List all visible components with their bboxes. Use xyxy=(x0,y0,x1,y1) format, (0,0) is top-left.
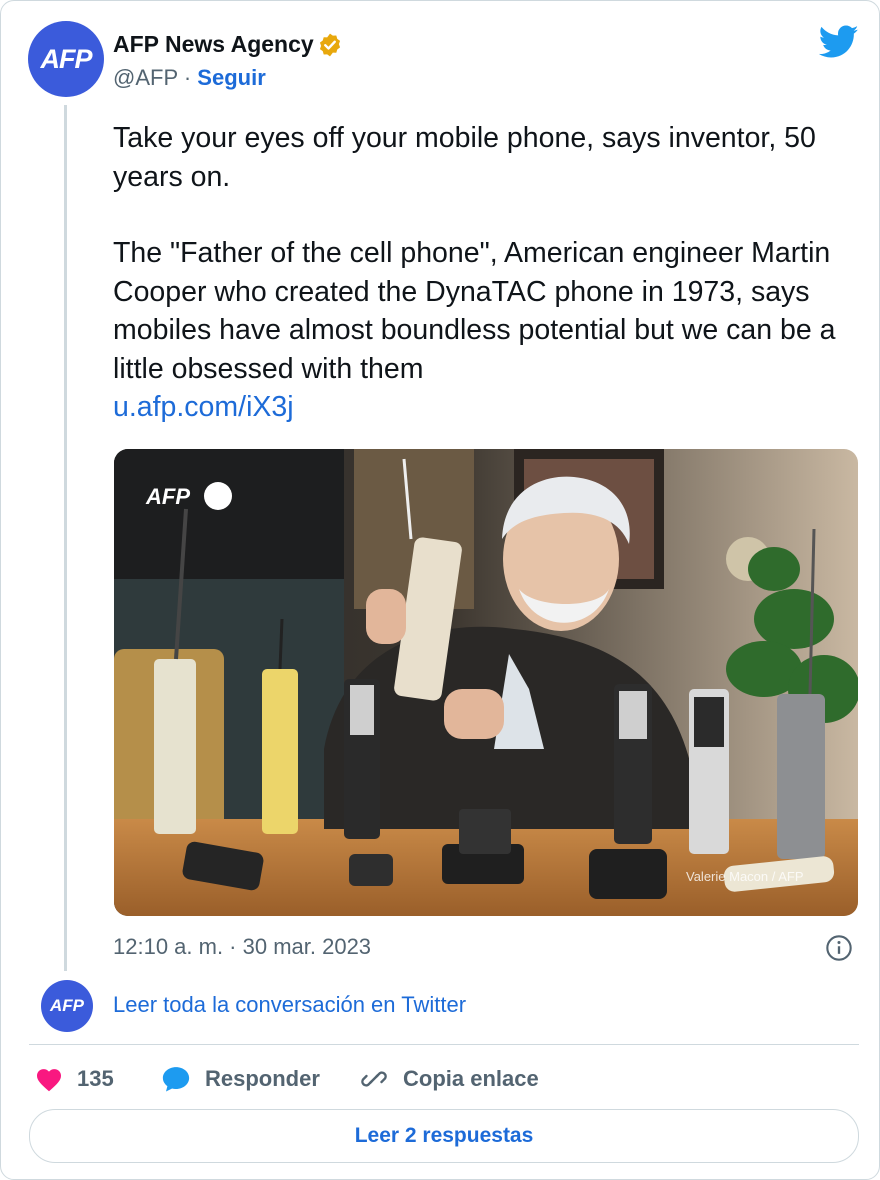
tweet-link[interactable]: u.afp.com/iX3j xyxy=(113,391,294,423)
author-handle-row: @AFP · Seguir xyxy=(113,65,266,91)
author-handle[interactable]: @AFP xyxy=(113,65,178,90)
follow-button[interactable]: Seguir xyxy=(197,65,265,90)
divider xyxy=(29,1044,859,1045)
separator: · xyxy=(177,65,198,90)
copy-link-label: Copia enlace xyxy=(403,1066,539,1091)
info-icon[interactable] xyxy=(825,934,853,962)
twitter-bird-icon[interactable] xyxy=(819,25,859,59)
heart-icon xyxy=(36,1069,62,1092)
read-replies-button[interactable]: Leer 2 respuestas xyxy=(29,1109,859,1163)
copy-link-button[interactable]: Copia enlace xyxy=(359,1061,539,1097)
photo-credit: Valerie Macon / AFP xyxy=(686,869,804,884)
author-name[interactable]: AFP News Agency xyxy=(113,31,314,58)
photo-watermark: AFP xyxy=(145,484,190,509)
tweet-line-1: Take your eyes off your mobile phone, sa… xyxy=(113,122,816,193)
reply-button[interactable]: Responder xyxy=(161,1061,320,1097)
tweet-card: AFP AFP News Agency @AFP · Seguir Take y… xyxy=(0,0,880,1180)
thread-line xyxy=(64,105,67,971)
like-button[interactable]: 135 xyxy=(35,1061,114,1097)
conversation-avatar[interactable]: AFP xyxy=(41,980,93,1032)
reply-label: Responder xyxy=(205,1066,320,1091)
reply-bubble-icon xyxy=(162,1067,190,1092)
verified-badge-icon xyxy=(319,33,341,57)
link-icon xyxy=(361,1071,387,1087)
afp-logo-dot-icon xyxy=(204,482,232,510)
timestamp[interactable]: 12:10 a. m. · 30 mar. 2023 xyxy=(113,934,371,960)
tweet-text: Take your eyes off your mobile phone, sa… xyxy=(113,119,858,427)
tweet-photo[interactable]: AFP Valerie Macon / AFP xyxy=(114,449,858,916)
read-conversation-link[interactable]: Leer toda la conversación en Twitter xyxy=(113,992,466,1018)
tweet-line-2: The "Father of the cell phone", American… xyxy=(113,237,836,385)
avatar[interactable]: AFP xyxy=(28,21,104,97)
like-count: 135 xyxy=(77,1066,114,1091)
